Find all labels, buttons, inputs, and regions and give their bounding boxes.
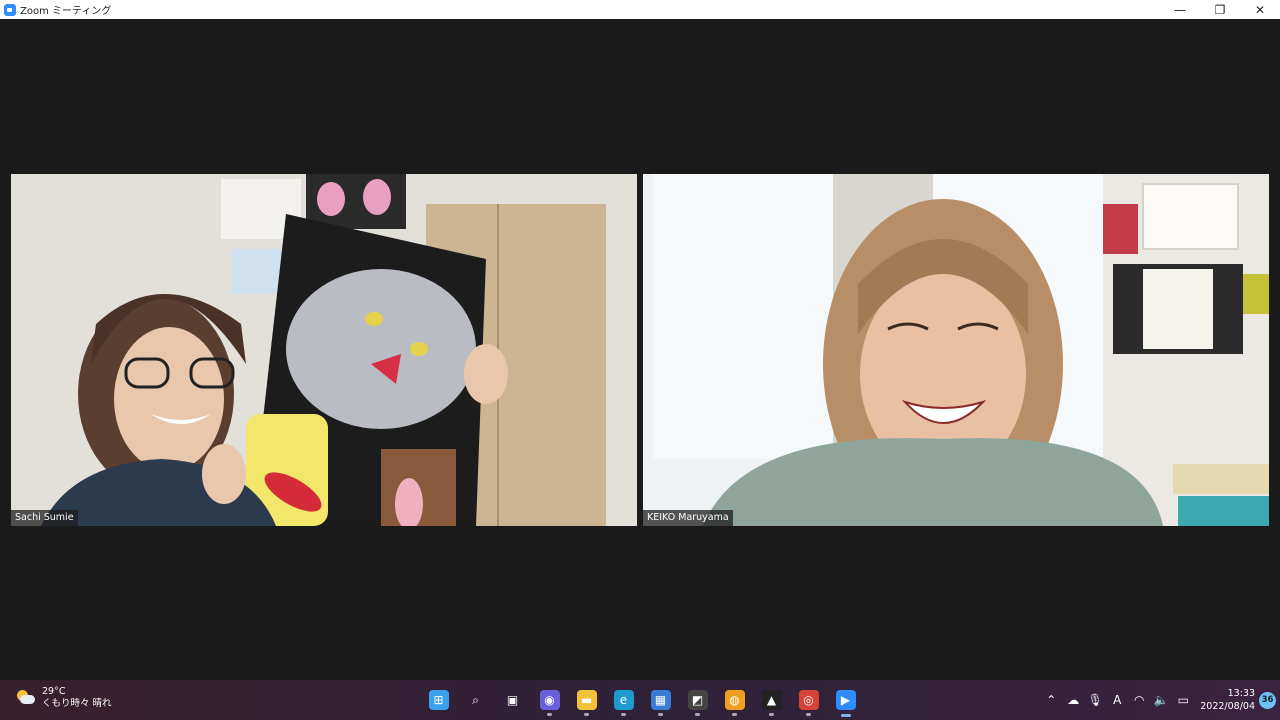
clock[interactable]: 13:33 2022/08/04 xyxy=(1200,687,1255,713)
participant-name-label: Sachi Sumie xyxy=(11,510,78,526)
taskbar-app-start[interactable]: ⊞ xyxy=(420,682,457,718)
weather-widget[interactable]: 29°C くもり時々 晴れ xyxy=(14,686,112,710)
microsoft-store-icon: ▦ xyxy=(650,690,671,710)
window-controls: — ❐ ✕ xyxy=(1160,0,1280,19)
battery-icon[interactable]: ▭ xyxy=(1172,688,1194,712)
taskbar-app-edge[interactable]: e xyxy=(605,682,642,718)
taskbar-app-search[interactable]: ⌕ xyxy=(457,682,494,718)
taskbar-app-zoom[interactable]: ▶ xyxy=(827,682,864,718)
volume-icon[interactable]: 🔈 xyxy=(1150,688,1172,712)
clock-time: 13:33 xyxy=(1227,688,1255,699)
file-explorer-icon: ▬ xyxy=(576,690,597,710)
meeting-gallery: Sachi Sumie KEIKO Maruyama xyxy=(0,19,1280,680)
chevron-up-icon[interactable]: ⌃ xyxy=(1040,688,1062,712)
window-title: Zoom ミーティング xyxy=(20,6,112,17)
taskbar-app-task-view[interactable]: ▣ xyxy=(494,682,531,718)
edge-icon: e xyxy=(613,690,634,710)
snipping-tool-icon: ◩ xyxy=(687,690,708,710)
minimize-button[interactable]: — xyxy=(1160,0,1200,19)
taskbar-app-snipping-tool[interactable]: ◩ xyxy=(679,682,716,718)
taskbar-apps: ⊞ ⌕ ▣ ◉ ▬ e ▦ ◩ ◍ ▲ ◎ ▶ xyxy=(420,682,864,718)
maximize-button[interactable]: ❐ xyxy=(1200,0,1240,19)
task-view-icon: ▣ xyxy=(506,693,519,707)
weather-text: 29°C くもり時々 晴れ xyxy=(42,686,112,710)
clock-date: 2022/08/04 xyxy=(1200,701,1255,712)
taskbar-app-app-orange[interactable]: ◍ xyxy=(716,682,753,718)
ime-icon[interactable]: A xyxy=(1106,688,1128,712)
taskbar-app-microsoft-store[interactable]: ▦ xyxy=(642,682,679,718)
participant-name-label: KEIKO Maruyama xyxy=(643,510,733,526)
start-icon: ⊞ xyxy=(428,690,449,710)
zoom-app-icon xyxy=(4,3,16,16)
zoom-icon: ▶ xyxy=(835,690,856,710)
app-triangle-icon: ▲ xyxy=(761,690,782,710)
taskbar-app-file-explorer[interactable]: ▬ xyxy=(568,682,605,718)
onedrive-icon[interactable]: ☁ xyxy=(1062,688,1084,712)
system-tray: ⌃ ☁ 🎙 A ◠ 🔈 ▭ 13:33 2022/08/04 36 xyxy=(1040,680,1276,720)
chrome-icon: ◎ xyxy=(798,690,819,710)
microphone-icon[interactable]: 🎙 xyxy=(1084,688,1106,712)
video-tile-participant-2[interactable]: KEIKO Maruyama xyxy=(643,174,1269,526)
close-button[interactable]: ✕ xyxy=(1240,0,1280,19)
taskbar-app-chrome[interactable]: ◎ xyxy=(790,682,827,718)
teams-chat-icon: ◉ xyxy=(539,690,560,710)
weather-condition: くもり時々 晴れ xyxy=(42,698,112,709)
partly-cloudy-icon xyxy=(14,689,36,707)
taskbar: 29°C くもり時々 晴れ ⊞ ⌕ ▣ ◉ ▬ e ▦ ◩ ◍ ▲ ◎ ▶ ⌃ ☁ 🎙 A ◠ 🔈 ▭… xyxy=(0,680,1280,720)
participant-1-video xyxy=(11,174,637,526)
weather-temperature: 29°C xyxy=(42,686,66,697)
video-tile-participant-1[interactable]: Sachi Sumie xyxy=(11,174,637,526)
wifi-icon[interactable]: ◠ xyxy=(1128,688,1150,712)
notification-badge[interactable]: 36 xyxy=(1259,691,1276,709)
taskbar-app-app-triangle[interactable]: ▲ xyxy=(753,682,790,718)
taskbar-app-teams-chat[interactable]: ◉ xyxy=(531,682,568,718)
participant-2-video xyxy=(643,174,1269,526)
search-icon: ⌕ xyxy=(472,692,479,707)
app-orange-icon: ◍ xyxy=(724,690,745,710)
title-bar: Zoom ミーティング — ❐ ✕ xyxy=(0,0,1280,19)
